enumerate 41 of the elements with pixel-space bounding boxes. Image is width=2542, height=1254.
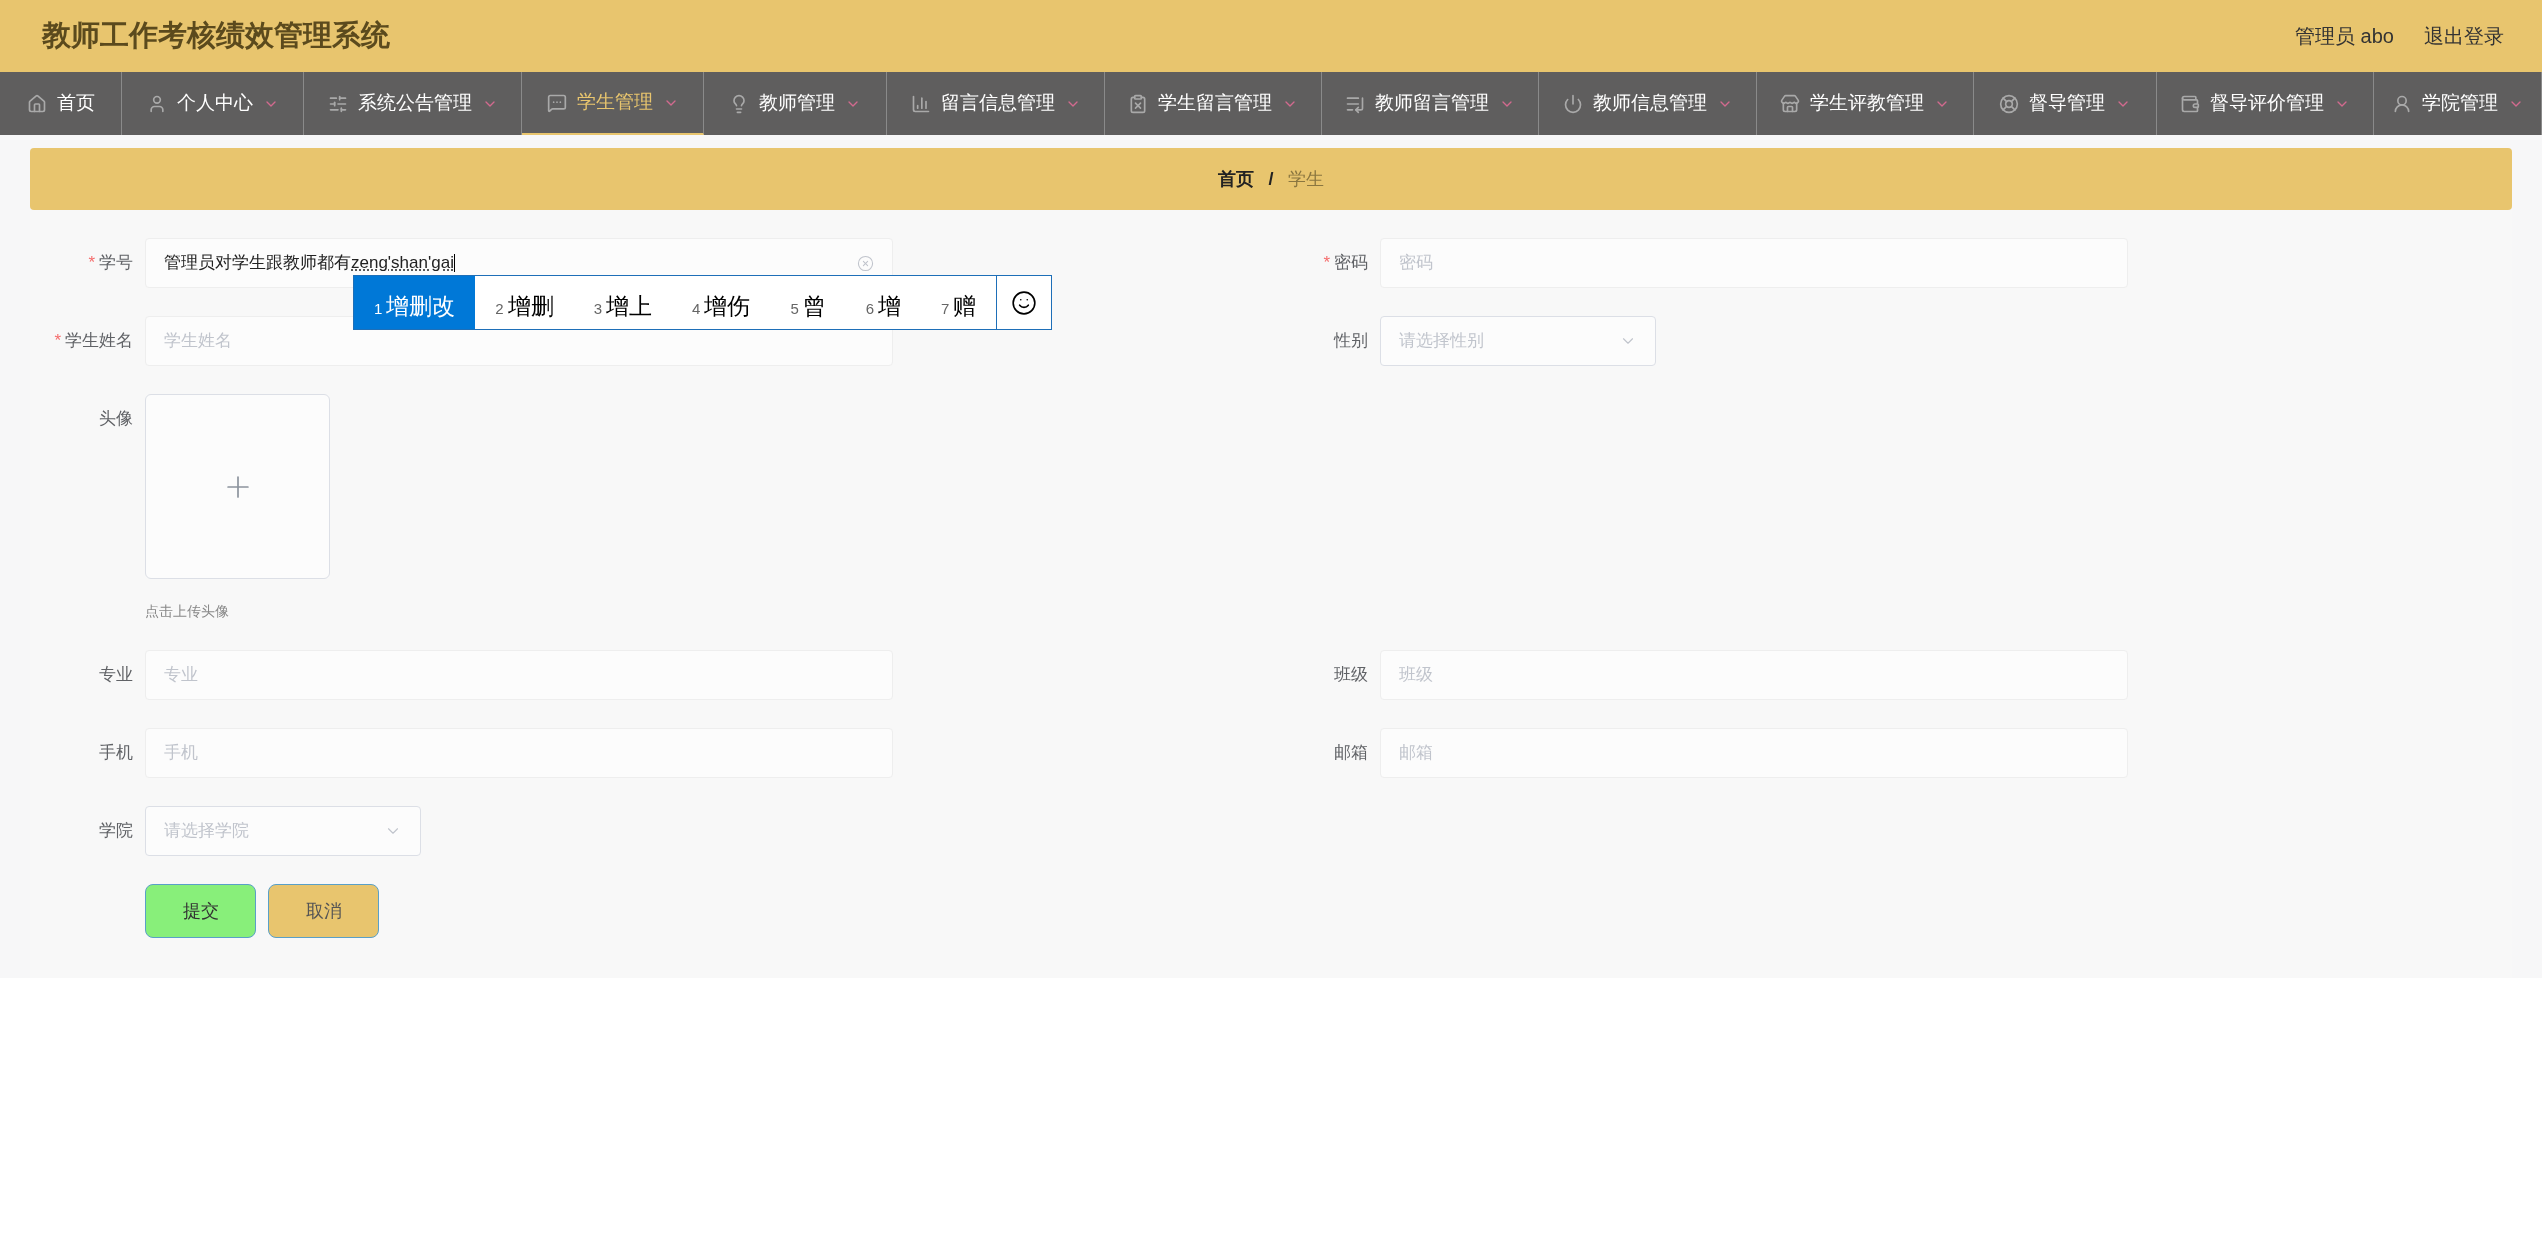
field-label: 头像	[99, 408, 133, 431]
field-label: 班级	[1334, 664, 1368, 687]
breadcrumb-item[interactable]: 首页	[1218, 165, 1255, 193]
input-field[interactable]: 密码	[1380, 238, 2128, 288]
wallet-icon	[2180, 93, 2200, 114]
smiley-icon	[1011, 289, 1038, 316]
input-field[interactable]: 邮箱	[1380, 728, 2128, 778]
chat-icon	[546, 92, 567, 113]
house-icon	[26, 93, 47, 114]
store-icon	[1780, 93, 1800, 114]
breadcrumb-separator: /	[1268, 167, 1274, 191]
person-icon	[2391, 93, 2412, 114]
field-label: 密码	[1334, 252, 1368, 275]
avatar-upload[interactable]	[145, 394, 330, 579]
lifebuoy-icon	[1999, 93, 2019, 114]
input-field[interactable]: 专业	[145, 650, 893, 700]
logout-link[interactable]: 退出登录	[2424, 21, 2504, 51]
sliders-icon	[327, 93, 348, 114]
input-field[interactable]: 班级	[1380, 650, 2128, 700]
breadcrumb-item: 学生	[1287, 167, 1324, 191]
field-label: 学号	[99, 252, 133, 275]
power-icon	[1562, 93, 1583, 114]
bar-chart-icon	[910, 93, 931, 114]
field-label: 专业	[99, 664, 133, 687]
user-label: 管理员 abo	[2295, 24, 2394, 49]
field-label: 学院	[99, 820, 133, 843]
field-label: 邮箱	[1334, 742, 1368, 765]
required-asterisk: *	[88, 252, 95, 275]
submit-button[interactable]: 提交	[145, 884, 256, 938]
required-asterisk: *	[54, 330, 61, 353]
upload-hint: 点击上传头像	[145, 602, 230, 621]
app-title: 教师工作考核绩效管理系统	[42, 18, 390, 54]
required-asterisk: *	[1323, 252, 1330, 275]
input-field[interactable]: 手机	[145, 728, 893, 778]
clipboard-icon	[1128, 93, 1148, 114]
cancel-button[interactable]: 取消	[268, 884, 379, 938]
field-label: 手机	[99, 742, 133, 765]
field-label: 学生姓名	[65, 330, 133, 353]
clear-icon[interactable]	[857, 254, 874, 272]
ime-candidate[interactable]: 1 增删改	[354, 276, 476, 329]
field-label: 性别	[1334, 330, 1368, 353]
